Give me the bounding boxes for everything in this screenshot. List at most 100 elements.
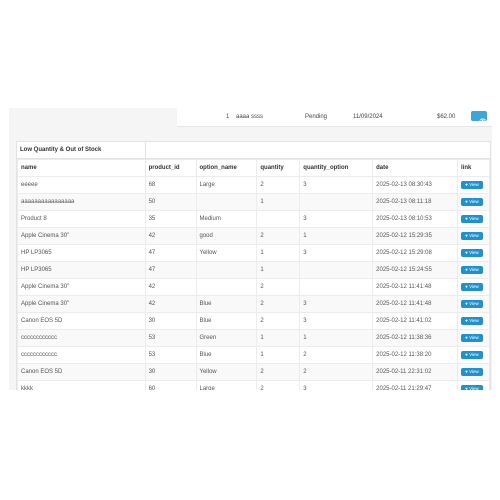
view-button[interactable]: ● View (460, 249, 483, 257)
cell-option-name: Yellow (195, 244, 258, 262)
view-button[interactable]: ● View (460, 385, 483, 390)
cell-date: 2025-02-13 08:11:18 (372, 193, 458, 211)
view-button[interactable]: ● View (460, 198, 483, 206)
cell-product-id: 42 (144, 227, 197, 245)
view-button[interactable]: ● View (460, 317, 483, 325)
table-row: Apple Cinema 30" 42 good 2 1 2025-02-12 15:29… (17, 227, 491, 245)
order-customer: aaaa ssss (236, 114, 264, 120)
cell-quantity-option: 3 (299, 312, 374, 330)
table-row: cccccccccccc 53 Blue 1 2 2025-02-12 11:38:20 ●… (17, 346, 491, 364)
view-label: View (469, 284, 479, 289)
cell-quantity-option (299, 278, 374, 296)
cell-quantity: 2 (256, 227, 301, 245)
cell-product-id: 47 (144, 261, 197, 279)
cell-quantity-option: 3 (299, 210, 374, 228)
cell-quantity (256, 210, 301, 228)
cell-link: ● View (456, 278, 491, 296)
view-button[interactable]: ● View (460, 351, 483, 359)
view-button[interactable]: ● View (460, 283, 483, 291)
low-stock-panel: Low Quantity & Out of Stock name product… (16, 141, 491, 390)
cell-quantity-option: 1 (299, 329, 374, 347)
cell-date: 2025-02-12 15:29:35 (372, 227, 458, 245)
cell-link: ● View (456, 380, 491, 390)
cell-date: 2025-02-12 11:38:36 (372, 329, 458, 347)
view-button[interactable]: ● View (460, 215, 483, 223)
cell-date: 2025-02-13 08:10:53 (372, 210, 458, 228)
cell-date: 2025-02-12 15:24:55 (372, 261, 458, 279)
cell-quantity: 2 (256, 380, 301, 390)
cell-option-name (195, 193, 258, 211)
cell-name: kkkk (17, 380, 146, 390)
cell-name: Product 8 (17, 210, 146, 228)
cell-option-name: Large (195, 380, 258, 390)
cell-quantity: 1 (256, 346, 301, 364)
table-row: Canon EOS 5D 30 Yellow 2 2 2025-02-11 22:31:0… (17, 363, 491, 381)
col-header-name: name (17, 159, 146, 177)
cell-quantity: 1 (256, 329, 301, 347)
cell-option-name: Yellow (195, 363, 258, 381)
cell-product-id: 53 (144, 346, 197, 364)
view-button[interactable]: ● View (460, 232, 483, 240)
cell-link: ● View (456, 329, 491, 347)
cell-quantity-option: 2 (299, 346, 374, 364)
view-button[interactable]: ● View (460, 368, 483, 376)
cell-date: 2025-02-12 11:41:48 (372, 295, 458, 313)
cell-name: Apple Cinema 30" (17, 227, 146, 245)
cell-product-id: 42 (144, 278, 197, 296)
cell-quantity: 2 (256, 312, 301, 330)
cell-name: aaaaaaaaaaaaaaaa (17, 193, 146, 211)
cell-date: 2025-02-11 21:29:47 (372, 380, 458, 390)
table-row: Apple Cinema 30" 42 Blue 2 3 2025-02-12 11:41… (17, 295, 491, 313)
order-view-button[interactable]: 👁 (471, 111, 487, 125)
cell-quantity: 1 (256, 193, 301, 211)
col-header-link: link (456, 159, 491, 177)
cell-link: ● View (456, 193, 491, 211)
cell-quantity: 2 (256, 176, 301, 194)
table-row: HP LP3065 47 Yellow 1 3 2025-02-12 15:29:08 ● … (17, 244, 491, 262)
cell-product-id: 42 (144, 295, 197, 313)
content-area: 1 aaaa ssss Pending 11/09/2024 $62.00 👁 … (9, 108, 492, 390)
panel-title: Low Quantity & Out of Stock (20, 147, 102, 153)
panel-header: Low Quantity & Out of Stock (17, 142, 490, 159)
cell-product-id: 60 (144, 380, 197, 390)
cell-quantity-option (299, 193, 374, 211)
cell-name: Canon EOS 5D (17, 363, 146, 381)
cell-link: ● View (456, 346, 491, 364)
view-label: View (469, 318, 479, 323)
cell-date: 2025-02-12 11:38:20 (372, 346, 458, 364)
cell-option-name: Blue (195, 346, 258, 364)
cell-option-name: Blue (195, 312, 258, 330)
cell-link: ● View (456, 210, 491, 228)
table-row: Apple Cinema 30" 42 2 2025-02-12 11:41:48 ● … (17, 278, 491, 296)
cell-link: ● View (456, 244, 491, 262)
table-row: cccccccccccc 53 Green 1 1 2025-02-12 11:38:36… (17, 329, 491, 347)
cell-quantity-option: 3 (299, 176, 374, 194)
cell-date: 2025-02-12 15:29:08 (372, 244, 458, 262)
order-status: Pending (305, 114, 328, 120)
latest-order-row: 1 aaaa ssss Pending 11/09/2024 $62.00 👁 (177, 108, 492, 127)
view-button[interactable]: ● View (460, 266, 483, 274)
view-button[interactable]: ● View (460, 181, 483, 189)
table-row: HP LP3065 47 1 2025-02-12 15:24:55 ● View (17, 261, 491, 279)
view-button[interactable]: ● View (460, 300, 483, 308)
cell-link: ● View (456, 227, 491, 245)
cell-name: Canon EOS 5D (17, 312, 146, 330)
cell-quantity: 1 (256, 244, 301, 262)
cell-option-name: Large (195, 176, 258, 194)
cell-link: ● View (456, 363, 491, 381)
col-header-option-name: option_name (195, 159, 258, 177)
view-label: View (469, 301, 479, 306)
cell-date: 2025-02-13 08:30:43 (372, 176, 458, 194)
cell-option-name: good (195, 227, 258, 245)
cell-quantity-option: 3 (299, 244, 374, 262)
cell-quantity-option: 3 (299, 295, 374, 313)
table-row: eeeee 68 Large 2 3 2025-02-13 08:30:43 ● View (17, 176, 491, 194)
view-button[interactable]: ● View (460, 334, 483, 342)
view-label: View (469, 335, 479, 340)
view-label: View (469, 233, 479, 238)
table-row: kkkk 60 Large 2 3 2025-02-11 21:29:47 ● View (17, 380, 491, 390)
view-label: View (469, 386, 479, 390)
cell-product-id: 53 (144, 329, 197, 347)
cell-option-name (195, 278, 258, 296)
cell-product-id: 47 (144, 244, 197, 262)
